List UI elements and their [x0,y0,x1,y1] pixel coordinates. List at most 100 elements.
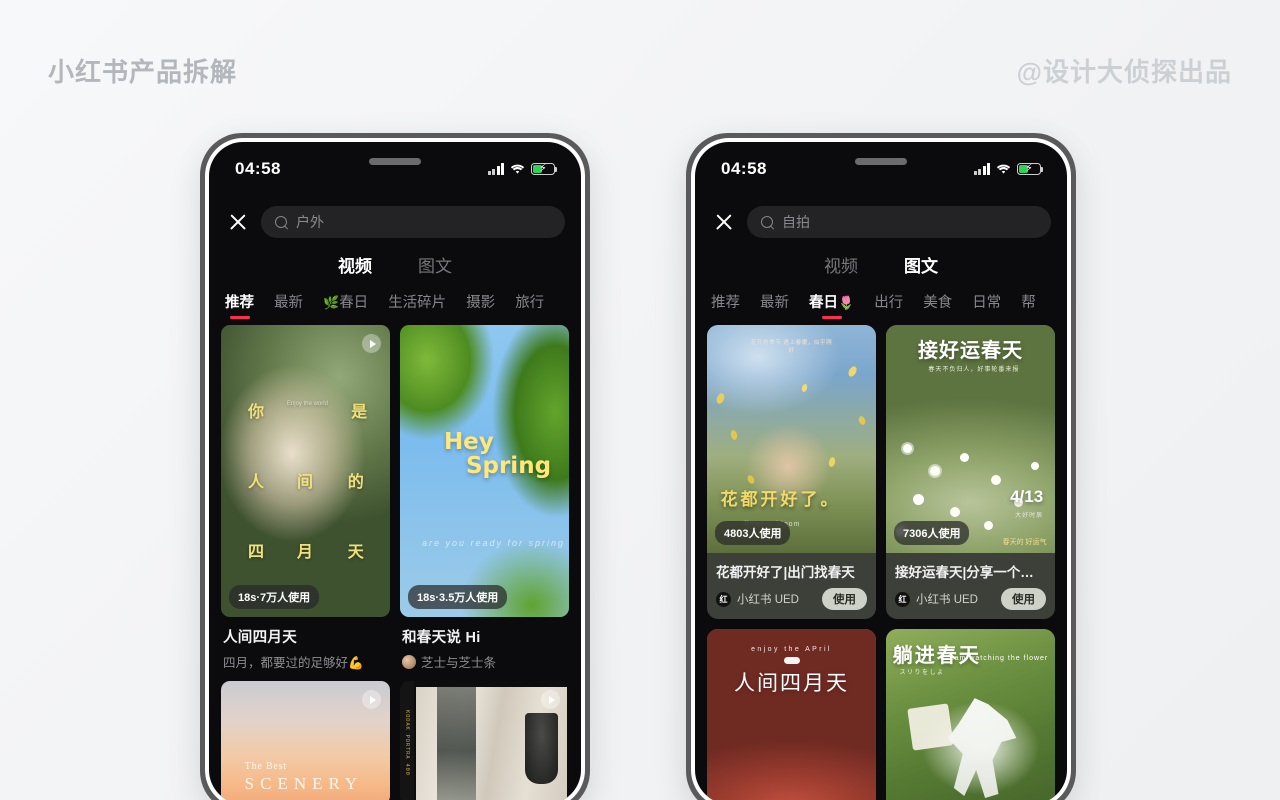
avatar [402,654,416,669]
notch-pill [855,158,907,165]
search-value: 户外 [296,214,324,230]
template-thumbnail[interactable]: 接好运春天 春天不负归人，好事轮番来报 4/13 大好时辰 春天的 好运气 73… [886,325,1055,553]
tab-image-text[interactable]: 图文 [418,252,452,277]
template-card[interactable]: The Best SCENERY [221,681,390,800]
template-card[interactable]: enjoy the APril 人间四月天 [707,629,876,800]
template-thumbnail[interactable]: The Best SCENERY [221,681,390,800]
overlay-line-1: The Best [244,760,287,772]
chip-recommend[interactable]: 推荐 [225,291,254,319]
overlay-date: 4/13 [1010,487,1044,507]
card-author-name: 芝士与芝士条 [421,656,497,670]
card-title: 花都开好了|出门找春天 [716,565,855,580]
chip-newest[interactable]: 最新 [760,291,789,319]
close-icon[interactable] [227,211,249,233]
author-badge-icon: 红 [716,591,731,607]
overlay-top-text: 花开的季节 遇上春暖，似乎刚好 [750,339,833,354]
chip-travel[interactable]: 旅行 [515,291,544,319]
overlay-top-text: enjoy the APril [751,646,832,654]
play-icon[interactable] [541,690,560,709]
chip-spring[interactable]: 🌿春日 [323,291,368,319]
usage-badge: 18s·7万人使用 [229,585,320,609]
cloud-icon [783,656,800,664]
search-input[interactable]: 户外 [261,206,565,238]
use-button[interactable]: 使用 [822,588,867,610]
thumbnail-overlay-text: 你 是 人 间 的 四 月 天 Enjoy the world [248,400,368,562]
card-author: 芝士与芝士条 [402,652,569,671]
chip-photography[interactable]: 摄影 [466,291,495,319]
search-row: 户外 [209,196,581,242]
overlay-english-text: Lam watching the flower [949,654,1049,662]
template-thumbnail[interactable]: KODAK PORTRA 400 [400,681,569,800]
chip-daily[interactable]: 日常 [972,291,1001,319]
content-type-tabs: 视频 图文 [209,242,581,285]
card-subtitle: 四月，都要过的足够好💪 [223,656,364,670]
page-header: 小红书产品拆解 @设计大侦探出品 [0,0,1280,120]
page-credit: @设计大侦探出品 [1016,57,1232,87]
card-author-row: 红 小红书 UED 使用 [716,588,867,610]
thumbnail-overlay-text: The Best SCENERY [245,761,364,794]
wifi-icon [996,164,1011,175]
card-author-name: 小红书 UED [737,594,799,606]
overlay-sub-text: スリりをしよ [899,670,945,677]
template-thumbnail[interactable]: 躺进春天 スリりをしよ Lam watching the flower [886,629,1055,800]
template-card[interactable]: 花开的季节 遇上春暖，似乎刚好 花都开好了。 flowers bloom [707,325,876,619]
chip-help[interactable]: 帮 [1021,291,1036,319]
tab-video[interactable]: 视频 [338,252,372,277]
overlay-main-text: 花都开好了。 [720,489,841,509]
search-icon [275,215,288,229]
chip-life-fragments[interactable]: 生活碎片 [388,291,446,319]
person-shape [947,698,1017,798]
template-card[interactable]: 躺进春天 スリりをしよ Lam watching the flower [886,629,1055,800]
search-row: 自拍 [695,196,1067,242]
template-card[interactable]: Hey Spring are you ready for spring 18s·… [400,325,569,671]
leaf-emoji-icon: 🌿 [323,295,340,310]
close-icon[interactable] [713,211,735,233]
overlay-line-1: Hey [443,429,494,456]
status-bar: 04:58 ⚡ [695,142,1067,196]
page-root: 小红书产品拆解 @设计大侦探出品 04:58 ⚡ 户外 视频 图文 推荐 最新 … [0,0,1280,800]
tab-image-text[interactable]: 图文 [904,252,938,277]
content-type-tabs: 视频 图文 [695,242,1067,285]
usage-badge: 7306人使用 [894,521,970,545]
template-thumbnail[interactable]: Hey Spring are you ready for spring 18s·… [400,325,569,617]
phone-screen-left: 04:58 ⚡ 户外 视频 图文 推荐 最新 🌿春日 生活碎片 摄影 旅行 你 … [209,142,581,800]
template-card[interactable]: KODAK PORTRA 400 [400,681,569,800]
search-input[interactable]: 自拍 [747,206,1051,238]
chip-spring[interactable]: 春日🌷 [809,291,854,319]
tab-video[interactable]: 视频 [824,252,858,277]
play-icon[interactable] [362,334,381,353]
phone-inner-right: 04:58 ⚡ 自拍 视频 图文 推荐 最新 春日🌷 出行 美食 日常 帮 花开… [691,138,1071,800]
overlay-line-2: SCENERY [244,773,364,793]
chip-food[interactable]: 美食 [923,291,952,319]
video-template-grid: 你 是 人 间 的 四 月 天 Enjoy the world 18s·7万人使… [209,319,581,800]
filter-chip-bar: 推荐 最新 🌿春日 生活碎片 摄影 旅行 [209,285,581,319]
search-icon [761,215,774,229]
template-thumbnail[interactable]: enjoy the APril 人间四月天 [707,629,876,800]
template-card[interactable]: 你 是 人 间 的 四 月 天 Enjoy the world 18s·7万人使… [221,325,390,671]
play-icon[interactable] [362,690,381,709]
use-button[interactable]: 使用 [1001,588,1046,610]
template-thumbnail[interactable]: 花开的季节 遇上春暖，似乎刚好 花都开好了。 flowers bloom [707,325,876,553]
template-thumbnail[interactable]: 你 是 人 间 的 四 月 天 Enjoy the world 18s·7万人使… [221,325,390,617]
chip-recommend[interactable]: 推荐 [711,291,740,319]
thumbnail-overlay-text: Hey Spring [444,430,551,478]
chip-trip[interactable]: 出行 [874,291,903,319]
chip-newest[interactable]: 最新 [274,291,303,319]
overlay-corner-text: 春天的 好运气 [1002,538,1047,546]
phone-mockup-left: 04:58 ⚡ 户外 视频 图文 推荐 最新 🌿春日 生活碎片 摄影 旅行 你 … [200,133,590,800]
card-title: 接好运春天|分享一个… [895,565,1034,580]
overlay-cursive-text: are you ready for spring [421,538,566,549]
status-time: 04:58 [235,159,281,178]
signal-bars-icon [487,163,504,175]
battery-charging-icon: ⚡ [1017,163,1044,175]
search-value: 自拍 [782,214,810,230]
usage-badge: 18s·3.5万人使用 [408,585,508,609]
page-title: 小红书产品拆解 [48,57,238,87]
status-time: 04:58 [721,159,767,178]
card-meta: 接好运春天|分享一个… 红 小红书 UED 使用 [886,553,1055,619]
author-badge-icon: 红 [895,591,910,607]
battery-charging-icon: ⚡ [531,163,558,175]
card-title: 人间四月天 [223,630,297,646]
template-card[interactable]: 接好运春天 春天不负归人，好事轮番来报 4/13 大好时辰 春天的 好运气 73… [886,325,1055,619]
card-meta: 花都开好了|出门找春天 红 小红书 UED 使用 [707,553,876,619]
